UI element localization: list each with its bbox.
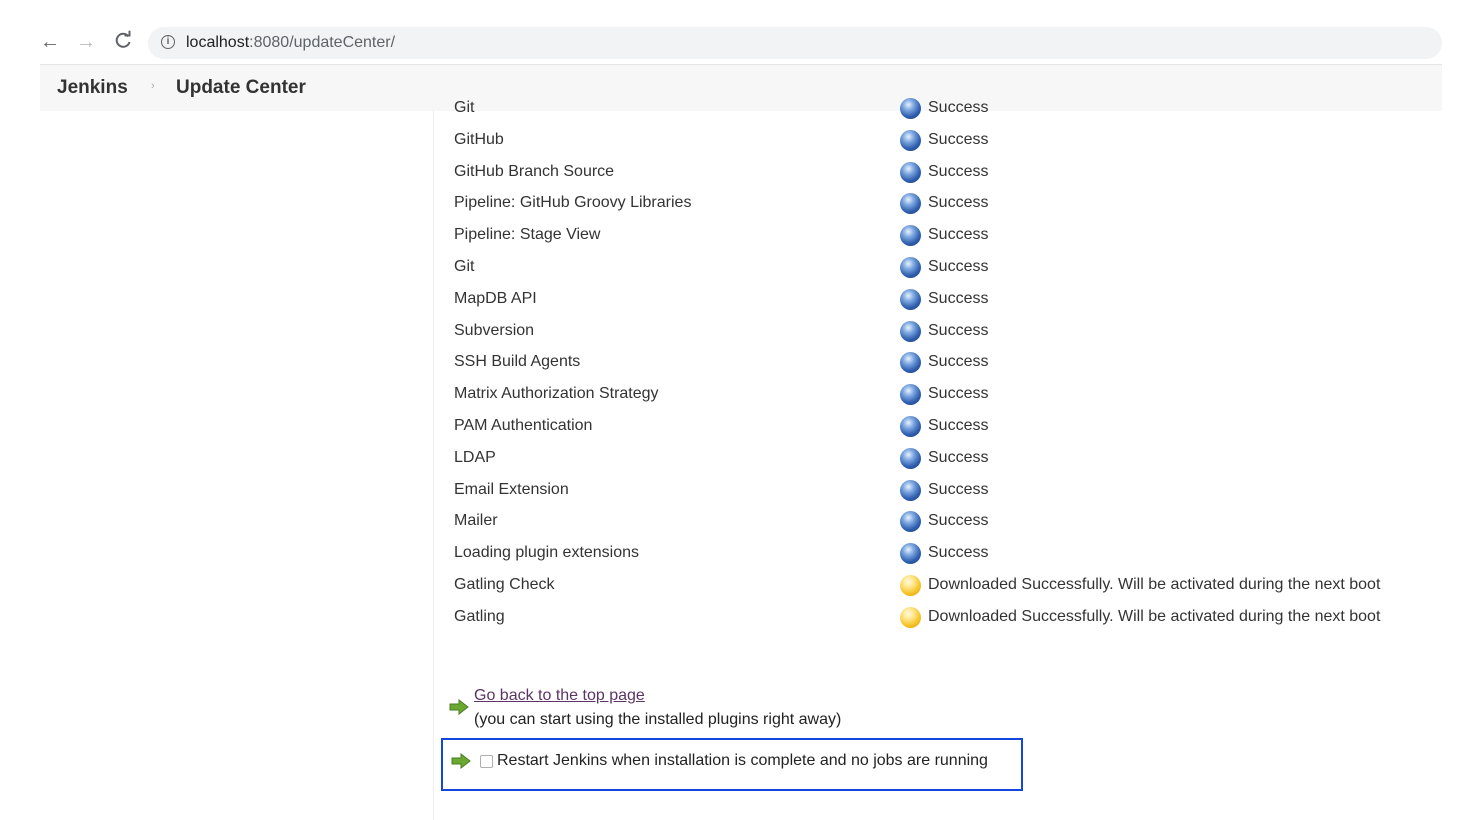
plugin-row: Pipeline: Stage View Success [454,220,1454,252]
plugin-row: Gatling Check Downloaded Successfully. Wi… [454,570,1454,602]
yellow-ball-icon [900,606,921,628]
breadcrumb-update-center[interactable]: Update Center [176,77,306,99]
blue-ball-icon [900,193,921,215]
url-text[interactable]: localhost:8080/updateCenter/ [186,33,395,53]
plugin-row-partial: Git Success [454,93,1454,125]
plugin-row: Mailer Success [454,506,1454,538]
plugin-name: PAM Authentication [454,416,593,434]
restart-checkbox[interactable] [480,755,493,768]
plugin-status: Success [928,416,989,434]
plugin-row: Email Extension Success [454,475,1454,507]
plugin-status: Success [928,544,989,562]
blue-ball-icon [900,479,921,501]
blue-ball-icon [900,384,921,406]
plugin-status: Success [928,512,989,530]
plugin-status: Success [928,226,989,244]
restart-label[interactable]: Restart Jenkins when installation is com… [497,751,988,771]
blue-ball-icon [900,256,921,278]
blue-ball-icon [900,511,921,533]
url-host: localhost [186,34,250,51]
plugin-row: Loading plugin extensions Success [454,538,1454,570]
green-arrow-icon [449,699,469,715]
plugin-name: Gatling [454,607,505,625]
blue-ball-icon [900,225,921,247]
plugin-status: Success [928,194,989,212]
plugin-name: Git [454,257,475,275]
plugin-status: Success [928,162,989,180]
blue-ball-icon [900,352,921,374]
blue-ball-icon [900,415,921,437]
blue-ball-icon [900,129,921,151]
plugin-name: Gatling Check [454,575,555,593]
blue-ball-icon [900,320,921,342]
plugin-status: Success [928,257,989,275]
plugin-row: GitHub Branch Source Success [454,157,1454,189]
plugin-row: Git Success [454,252,1454,284]
plugin-row: LDAP Success [454,443,1454,475]
forward-arrow-icon[interactable]: → [75,30,97,54]
address-bar[interactable]: i localhost:8080/updateCenter/ [148,27,1442,59]
plugin-row: Gatling Downloaded Successfully. Will be … [454,602,1454,634]
blue-ball-icon [900,447,921,469]
plugin-row: MapDB API Success [454,284,1454,316]
plugin-status: Success [928,289,989,307]
plugin-row: Matrix Authorization Strategy Success [454,379,1454,411]
go-back-top-link[interactable]: Go back to the top page [474,686,645,706]
blue-ball-icon [900,543,921,565]
plugin-row: Pipeline: GitHub Groovy Libraries Success [454,188,1454,220]
plugin-row: GitHub Success [454,125,1454,157]
sidebar-divider [433,110,434,820]
plugin-name: LDAP [454,448,496,466]
plugin-status-list: Git Success GitHub Success GitHub Branch Sou… [454,93,1454,634]
reload-icon[interactable] [112,30,134,58]
plugin-name: Git [454,99,475,116]
plugin-name: Loading plugin extensions [454,544,640,562]
plugin-name: Subversion [454,321,535,339]
blue-ball-icon [900,288,921,310]
plugin-name: SSH Build Agents [454,353,581,371]
plugin-row: PAM Authentication Success [454,411,1454,443]
breadcrumb-separator-icon: › [151,80,155,92]
plugin-status: Success [928,99,989,116]
yellow-ball-icon [900,574,921,596]
plugin-row: Subversion Success [454,316,1454,348]
plugin-name: GitHub Branch Source [454,162,615,180]
green-arrow-icon [451,753,471,769]
plugin-status: Success [928,448,989,466]
browser-toolbar: ← → i localhost:8080/updateCenter/ [0,0,1484,64]
plugin-name: Email Extension [454,480,569,498]
plugin-status: Downloaded Successfully. Will be activat… [928,607,1381,625]
url-path: :8080/updateCenter/ [249,34,396,51]
plugin-name: Matrix Authorization Strategy [454,385,659,403]
plugin-status: Success [928,353,989,371]
plugin-status: Success [928,480,989,498]
plugin-name: MapDB API [454,289,537,307]
plugin-status: Success [928,385,989,403]
plugin-row: SSH Build Agents Success [454,347,1454,379]
plugin-name: GitHub [454,130,504,148]
plugin-status: Downloaded Successfully. Will be activat… [928,575,1381,593]
plugin-status: Success [928,130,989,148]
restart-option-highlight: Restart Jenkins when installation is com… [441,738,1023,791]
plugin-name: Mailer [454,512,498,530]
plugin-name: Pipeline: Stage View [454,226,601,244]
go-back-note: (you can start using the installed plugi… [474,711,842,728]
plugin-name: Pipeline: GitHub Groovy Libraries [454,194,692,212]
breadcrumb-jenkins[interactable]: Jenkins [57,77,128,99]
info-icon[interactable]: i [161,35,175,49]
blue-ball-icon [900,161,921,183]
plugin-status: Success [928,321,989,339]
blue-ball-icon [900,98,921,119]
back-arrow-icon[interactable]: ← [39,30,61,54]
